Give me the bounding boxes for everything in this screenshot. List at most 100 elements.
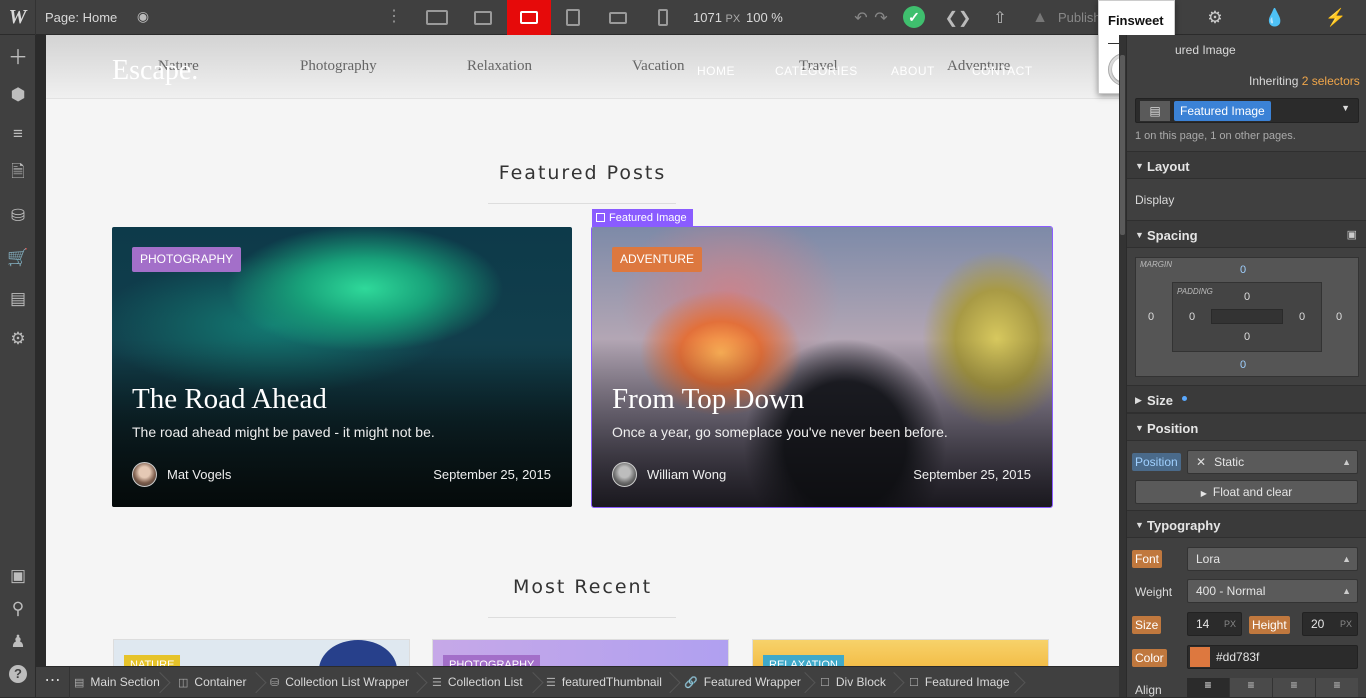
recent-card[interactable]: NATURE (113, 639, 410, 666)
selector-dropdown-icon[interactable]: ▼ (1341, 103, 1350, 113)
category-badge[interactable]: PHOTOGRAPHY (443, 655, 541, 666)
redo-icon[interactable]: ↷ (870, 0, 892, 35)
more-vertical-icon[interactable]: ⋮ (386, 7, 402, 27)
more-horizontal-icon[interactable]: ⋯ (36, 667, 70, 698)
canvas-frame-icon[interactable]: ▣ (0, 561, 36, 591)
style-manager-drops-icon[interactable]: 💧 (1255, 0, 1295, 35)
category-badge[interactable]: PHOTOGRAPHY (132, 247, 242, 272)
category-badge[interactable]: ADVENTURE (612, 247, 703, 272)
margin-left[interactable]: 0 (1148, 311, 1154, 323)
margin-top[interactable]: 0 (1240, 264, 1246, 276)
spacing-section-header[interactable]: ▼ Spacing ▣ (1127, 220, 1366, 248)
pages-icon[interactable]: 🗎 (0, 158, 36, 188)
search-icon[interactable]: ⚲ (0, 594, 36, 624)
scrollbar-thumb[interactable] (1120, 55, 1125, 235)
category-badge[interactable]: RELAXATION (763, 655, 844, 666)
nav-contact[interactable]: CONTACT (972, 64, 1033, 78)
category-link[interactable]: Relaxation (467, 58, 532, 75)
site-brand[interactable]: Escape. (112, 55, 198, 87)
font-select[interactable]: Lora ▲ (1187, 547, 1358, 571)
crumb-featured-thumbnail[interactable]: ☰ featuredThumbnail (546, 667, 662, 698)
style-settings-gear-icon[interactable]: ⚙ (1195, 0, 1235, 35)
crumb-collection-list[interactable]: ☰ Collection List (432, 667, 523, 698)
color-swatch[interactable] (1190, 647, 1210, 667)
webflow-logo[interactable]: W (0, 0, 36, 35)
recent-heading[interactable]: Most Recent (46, 576, 1119, 598)
padding-bottom[interactable]: 0 (1244, 331, 1250, 343)
featured-heading[interactable]: Featured Posts (46, 162, 1119, 184)
device-desktop-large-button[interactable] (415, 0, 459, 35)
typography-section-header[interactable]: ▼ Typography (1127, 510, 1366, 538)
panel-scrollbar[interactable] (1119, 35, 1126, 697)
crumb-main-section[interactable]: ▤ Main Section (74, 667, 160, 698)
clear-x-icon[interactable]: ✕ (1196, 455, 1206, 469)
selected-element-tag[interactable]: Featured Image (592, 209, 693, 227)
nav-home[interactable]: HOME (697, 64, 735, 78)
position-select[interactable]: ✕ Static ▲ (1187, 450, 1358, 474)
community-icon[interactable]: ♟ (0, 627, 36, 657)
help-icon[interactable]: ? (0, 659, 36, 689)
weight-select[interactable]: 400 - Normal ▲ (1187, 579, 1358, 603)
post-title[interactable]: The Road Ahead (132, 383, 327, 416)
interactions-bolt-icon[interactable]: ⚡ (1316, 0, 1356, 35)
author-name[interactable]: Mat Vogels (167, 467, 231, 482)
page-selector[interactable]: Page: Home (45, 10, 117, 25)
align-left-icon[interactable]: ≡ (1187, 678, 1229, 697)
assets-images-icon[interactable]: ▤ (0, 284, 36, 314)
settings-gear-icon[interactable]: ⚙ (0, 324, 36, 354)
featured-card[interactable]: ADVENTURE From Top Down Once a year, go … (591, 226, 1053, 508)
crumb-container[interactable]: ◫ Container (178, 667, 246, 698)
crumb-featured-wrapper[interactable]: 🔗 Featured Wrapper (684, 667, 801, 698)
ecommerce-cart-icon[interactable]: 🛒 (0, 243, 36, 273)
align-right-icon[interactable]: ≡ (1272, 678, 1315, 697)
category-link[interactable]: Vacation (632, 58, 684, 75)
device-desktop-button[interactable] (461, 0, 505, 35)
align-center-icon[interactable]: ≡ (1229, 678, 1272, 697)
size-section-header[interactable]: ▶ Size (1127, 385, 1366, 413)
selector-field[interactable]: ▤ Featured Image ▼ (1135, 98, 1359, 123)
publish-rocket-icon[interactable]: ▲ (1026, 0, 1054, 35)
share-icon[interactable]: ⇧ (982, 0, 1018, 35)
publish-button[interactable]: Publish (1058, 10, 1101, 25)
featured-card[interactable]: PHOTOGRAPHY The Road Ahead The road ahea… (112, 227, 572, 507)
code-export-icon[interactable]: ❮❯ (940, 0, 976, 35)
symbols-cube-icon[interactable]: ⬢ (0, 80, 36, 110)
category-link[interactable]: Photography (300, 58, 377, 75)
recent-card[interactable]: RELAXATION (752, 639, 1049, 666)
preview-eye-icon[interactable]: ◉ (133, 8, 153, 26)
font-size-input[interactable]: 14 PX (1187, 612, 1242, 636)
save-status-check-icon[interactable]: ✓ (903, 6, 925, 28)
padding-left[interactable]: 0 (1189, 311, 1195, 323)
crumb-div-block[interactable]: ☐ Div Block (820, 667, 886, 698)
inheriting-selectors-link[interactable]: 2 selectors (1302, 74, 1360, 88)
spacing-preset-icon[interactable]: ▣ (1347, 228, 1357, 241)
selector-tag[interactable]: Featured Image (1174, 101, 1271, 121)
padding-top[interactable]: 0 (1244, 291, 1250, 303)
add-element-icon[interactable]: ＋ (0, 40, 36, 70)
device-base-button[interactable] (507, 0, 551, 35)
device-tablet-button[interactable] (551, 0, 595, 35)
undo-icon[interactable]: ↶ (850, 0, 872, 35)
category-badge[interactable]: NATURE (124, 655, 181, 666)
margin-right[interactable]: 0 (1336, 311, 1342, 323)
device-portrait-button[interactable] (641, 0, 685, 35)
navigator-icon[interactable]: ≡ (0, 119, 36, 149)
line-height-input[interactable]: 20 PX (1302, 612, 1358, 636)
crumb-featured-image[interactable]: ☐ Featured Image (909, 667, 1010, 698)
float-clear-button[interactable]: ▶ Float and clear (1135, 480, 1358, 504)
color-input[interactable]: #dd783f (1187, 645, 1358, 669)
post-title[interactable]: From Top Down (612, 383, 804, 416)
align-justify-icon[interactable]: ≡ (1315, 678, 1358, 697)
height-label: Height (1249, 616, 1290, 634)
cms-database-icon[interactable]: ⛁ (0, 201, 36, 231)
device-landscape-button[interactable] (596, 0, 640, 35)
crumb-collection-list-wrapper[interactable]: ⛁ Collection List Wrapper (270, 667, 409, 698)
author-name[interactable]: William Wong (647, 467, 726, 482)
position-section-header[interactable]: ▼ Position (1127, 413, 1366, 441)
layout-section-header[interactable]: ▼ Layout (1127, 151, 1366, 179)
margin-bottom[interactable]: 0 (1240, 359, 1246, 371)
nav-categories[interactable]: CATEGORIES (775, 64, 858, 78)
nav-about[interactable]: ABOUT (891, 64, 935, 78)
padding-right[interactable]: 0 (1299, 311, 1305, 323)
recent-card[interactable]: PHOTOGRAPHY (432, 639, 729, 666)
